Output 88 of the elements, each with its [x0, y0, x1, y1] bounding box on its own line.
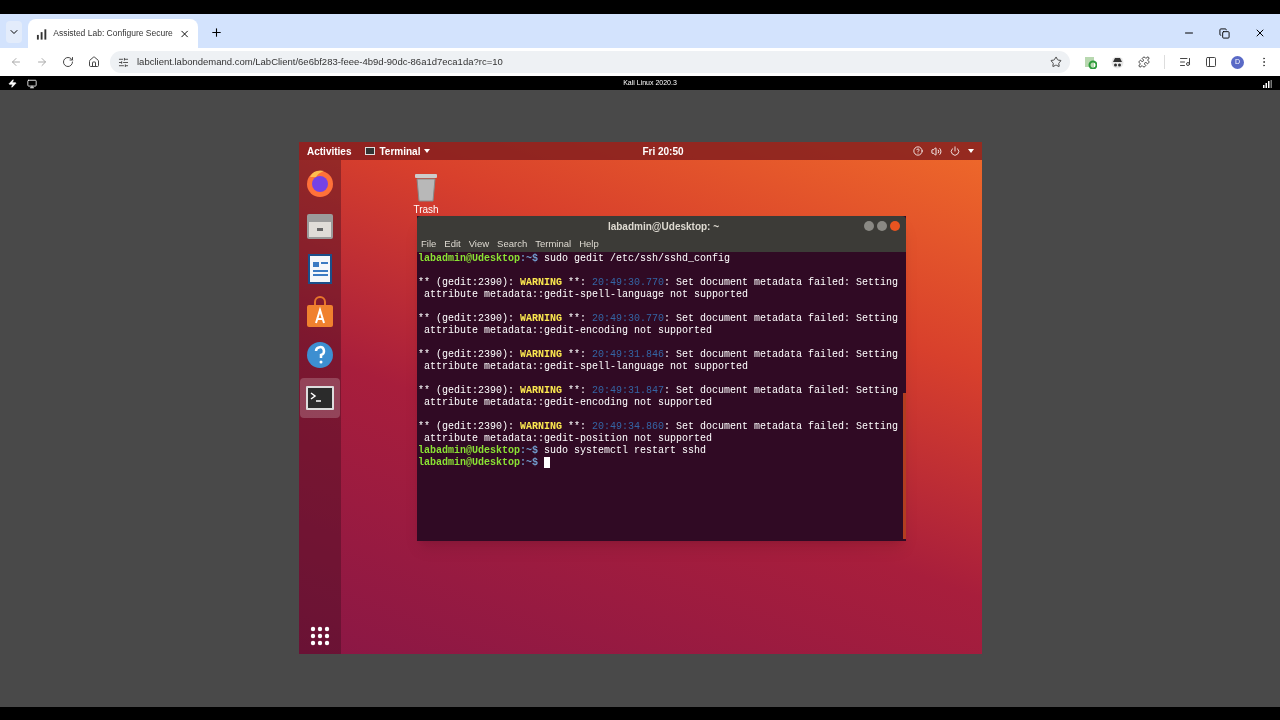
signal-bars-icon — [36, 27, 48, 40]
maximize-button[interactable] — [877, 221, 887, 231]
monitor-icon[interactable] — [27, 78, 37, 89]
log-time: 20:49:31.847 — [592, 385, 665, 397]
document-icon — [307, 253, 333, 285]
log-message: : Set document metadata failed: Setting — [664, 313, 899, 325]
log-time: 20:49:30.770 — [592, 313, 665, 325]
help-icon — [306, 341, 334, 369]
help-icon[interactable] — [913, 146, 923, 156]
command-text: sudo systemctl restart sshd — [544, 445, 707, 457]
reload-icon[interactable] — [62, 56, 74, 68]
log-time: 20:49:30.770 — [592, 277, 665, 289]
scrollbar[interactable] — [903, 393, 906, 539]
menu-item[interactable]: File — [421, 236, 437, 252]
log-time: 20:49:31.846 — [592, 349, 665, 361]
log-prefix: ** (gedit:2390): — [418, 421, 514, 433]
clock[interactable]: Fri 20:50 — [642, 143, 684, 159]
close-icon[interactable] — [1254, 27, 1266, 39]
command-text: sudo gedit /etc/ssh/sshd_config — [544, 253, 731, 265]
address-bar[interactable]: labclient.labondemand.com/LabClient/6e6bf283-feee-4b9d-90dc-86a1d7eca1da?rc=10 — [110, 51, 1070, 73]
terminal-icon — [365, 147, 376, 155]
log-message: : Set document metadata failed: Setting — [664, 349, 899, 361]
app-grid-icon[interactable] — [310, 626, 330, 646]
menu-item[interactable]: Help — [579, 236, 599, 252]
warning-label: WARNING — [520, 313, 563, 325]
url-text: labclient.labondemand.com/LabClient/6e6bf283-feee-4b9d-90dc-86a1d7eca1da?rc=10 — [137, 54, 503, 69]
log-message: : Set document metadata failed: Setting — [664, 421, 899, 433]
signal-bars-icon — [1263, 79, 1272, 88]
extension-icon[interactable] — [1084, 55, 1097, 69]
activities-button[interactable]: Activities — [307, 143, 352, 159]
log-message: attribute metadata::gedit-encoding not supported — [424, 397, 713, 408]
extensions-icon[interactable] — [1138, 56, 1150, 68]
log-time: 20:49:34.860 — [592, 421, 665, 433]
warning-label: WARNING — [520, 421, 563, 433]
shopping-bag-icon — [305, 296, 335, 328]
app-menu[interactable]: Terminal — [365, 143, 431, 159]
warning-label: WARNING — [520, 277, 563, 289]
log-marker: **: — [568, 385, 587, 397]
log-prefix: ** (gedit:2390): — [418, 385, 514, 397]
log-prefix: ** (gedit:2390): — [418, 277, 514, 289]
star-icon[interactable] — [1050, 56, 1062, 68]
prompt-path: :~$ — [520, 445, 539, 457]
menu-item[interactable]: View — [468, 236, 490, 252]
tab-title: Assisted Lab: Configure Secure — [53, 27, 173, 40]
tab-list-button[interactable] — [6, 21, 22, 43]
media-icon[interactable] — [1179, 56, 1191, 68]
caret-icon — [968, 149, 974, 153]
terminal-icon — [305, 385, 335, 411]
trash-can-icon[interactable] — [413, 172, 439, 202]
dock-item[interactable] — [300, 378, 340, 418]
site-settings-icon — [118, 56, 129, 68]
new-tab-icon[interactable] — [210, 26, 223, 39]
caret-icon — [424, 149, 431, 153]
menu-item[interactable]: Edit — [444, 236, 461, 252]
log-prefix: ** (gedit:2390): — [418, 349, 514, 361]
warning-label: WARNING — [520, 385, 563, 397]
minimize-button[interactable] — [864, 221, 874, 231]
window-title: labadmin@Udesktop: ~ — [606, 219, 721, 234]
log-message: attribute metadata::gedit-encoding not supported — [424, 325, 713, 336]
log-marker: **: — [568, 313, 587, 325]
prompt-path: :~$ — [520, 457, 539, 469]
log-message: : Set document metadata failed: Setting — [664, 277, 899, 289]
log-message: attribute metadata::gedit-spell-language not supported — [424, 289, 749, 300]
log-marker: **: — [568, 277, 587, 289]
menu-item[interactable]: Terminal — [535, 236, 572, 252]
lightning-icon[interactable] — [8, 79, 17, 88]
prompt-user: labadmin@Udesktop — [418, 253, 521, 265]
side-panel-icon[interactable] — [1205, 56, 1217, 68]
spy-icon[interactable] — [1111, 55, 1124, 69]
log-marker: **: — [568, 421, 587, 433]
menu-item[interactable]: Search — [497, 236, 528, 252]
warning-label: WARNING — [520, 349, 563, 361]
power-icon[interactable] — [950, 146, 960, 156]
log-marker: **: — [568, 349, 587, 361]
volume-icon[interactable] — [931, 145, 942, 157]
prompt-user: labadmin@Udesktop — [418, 457, 521, 469]
prompt-path: :~$ — [520, 253, 539, 265]
close-button[interactable] — [890, 221, 900, 231]
prompt-user: labadmin@Udesktop — [418, 445, 521, 457]
log-message: attribute metadata::gedit-spell-language not supported — [424, 361, 749, 372]
desktop-icon-label: Trash — [413, 203, 439, 217]
browser-tab[interactable]: Assisted Lab: Configure Secure — [28, 19, 198, 48]
log-message: : Set document metadata failed: Setting — [664, 385, 899, 397]
log-prefix: ** (gedit:2390): — [418, 313, 514, 325]
home-icon[interactable] — [88, 56, 100, 68]
file-cabinet-icon — [305, 211, 335, 241]
log-message: attribute metadata::gedit-position not supported — [424, 433, 713, 444]
restore-icon[interactable] — [1219, 27, 1230, 39]
